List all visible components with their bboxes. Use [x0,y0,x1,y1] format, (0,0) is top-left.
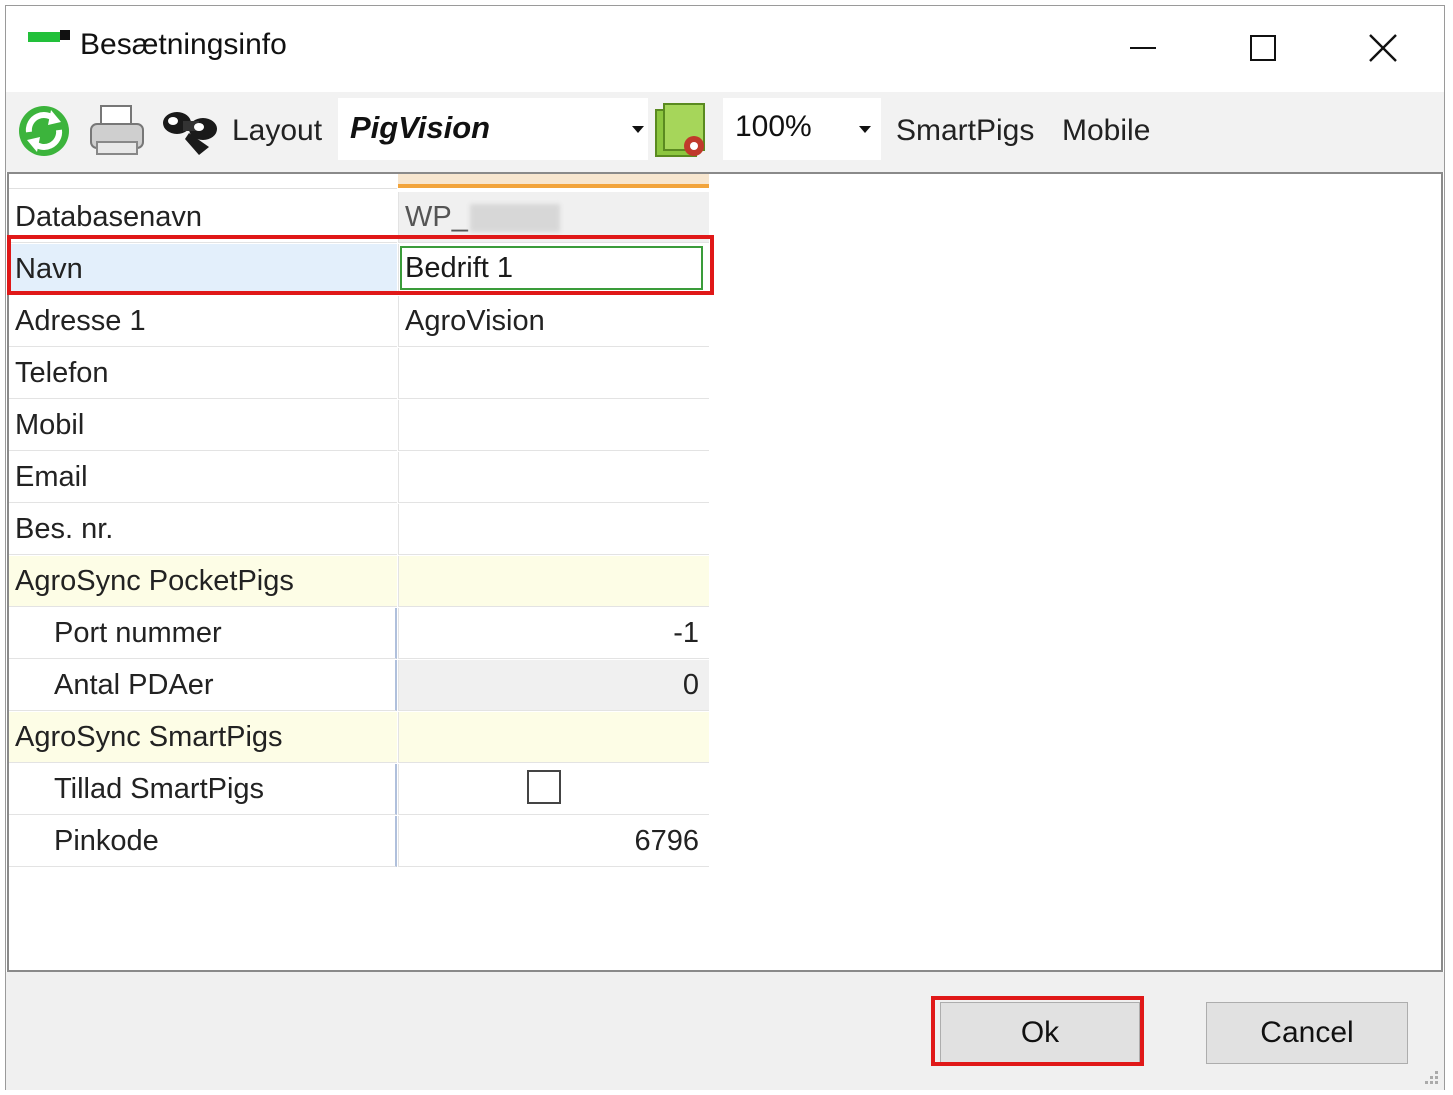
category-row-pocketpigs[interactable]: AgroSync PocketPigs [9,556,709,608]
property-row-port[interactable]: Port nummer -1 [9,608,709,660]
ok-button[interactable]: Ok [940,1002,1140,1064]
property-label: Pinkode [9,816,397,867]
refresh-button[interactable] [14,100,74,162]
property-label: Mobil [9,400,397,451]
email-value[interactable] [398,452,709,503]
binoculars-icon [163,112,217,155]
port-value[interactable]: -1 [398,608,709,659]
category-label: AgroSync PocketPigs [9,556,397,607]
title-bar: Besætningsinfo [6,6,1444,90]
property-grid: Databasenavn WP_ Navn Bedrift 1 Adresse … [7,172,1443,972]
telefon-value[interactable] [398,348,709,399]
property-row-adresse[interactable]: Adresse 1 AgroVision [9,296,709,348]
property-label: Tillad SmartPigs [9,764,397,815]
property-label: Port nummer [9,608,397,659]
maximize-icon [1250,35,1276,61]
print-button[interactable] [86,100,148,162]
mobile-button[interactable]: Mobile [1062,100,1150,162]
property-label: Navn [9,244,397,295]
refresh-icon [19,106,69,156]
close-button[interactable] [1348,20,1418,76]
category-row-smartpigs[interactable]: AgroSync SmartPigs [9,712,709,764]
settings-document-icon [655,103,705,157]
printer-icon [90,105,144,155]
find-button[interactable] [158,100,226,162]
property-label: Bes. nr. [9,504,397,555]
category-value-cell [398,712,709,763]
tillad-smartpigs-checkbox[interactable] [527,770,561,804]
property-row-telefon[interactable]: Telefon [9,348,709,400]
property-label: Email [9,452,397,503]
adresse-value[interactable]: AgroVision [398,296,709,347]
chevron-down-icon [632,126,644,133]
toolbar: Layout PigVision 100% SmartPigs Mobile [6,92,1444,172]
layout-label: Layout [232,114,323,147]
app-icon [28,30,70,44]
dialog-window: Besætningsinfo Layout PigVision 100% Sma… [5,5,1445,1090]
chevron-down-icon [859,126,871,133]
zoom-dropdown[interactable]: 100% [723,98,881,160]
property-row-pda[interactable]: Antal PDAer 0 [9,660,709,712]
grid-header [9,174,709,192]
property-label: Antal PDAer [9,660,397,711]
button-bar: Ok Cancel [6,972,1444,1090]
category-label: AgroSync SmartPigs [9,712,397,763]
category-value-cell [398,556,709,607]
property-value-cell [398,764,709,815]
property-label: Adresse 1 [9,296,397,347]
window-title: Besætningsinfo [80,28,287,61]
mobil-value[interactable] [398,400,709,451]
minimize-button[interactable] [1108,20,1178,76]
property-value-databasenavn: WP_ [398,192,709,243]
redacted-text [469,204,560,233]
cancel-button[interactable]: Cancel [1206,1002,1408,1064]
layout-value: PigVision [350,110,491,145]
besnr-value[interactable] [398,504,709,555]
property-row-besnr[interactable]: Bes. nr. [9,504,709,556]
pinkode-value[interactable]: 6796 [398,816,709,867]
property-row-navn[interactable]: Navn Bedrift 1 [9,244,709,296]
property-label: Telefon [9,348,397,399]
navn-input[interactable]: Bedrift 1 [400,246,703,290]
property-row-mobil[interactable]: Mobil [9,400,709,452]
property-row-databasenavn[interactable]: Databasenavn WP_ [9,192,709,244]
property-label: Databasenavn [9,192,397,243]
zoom-value: 100% [735,110,812,143]
minimize-icon [1130,47,1156,49]
layout-dropdown[interactable]: PigVision [338,98,648,160]
property-row-pinkode[interactable]: Pinkode 6796 [9,816,709,868]
property-row-tillad[interactable]: Tillad SmartPigs [9,764,709,816]
maximize-button[interactable] [1228,20,1298,76]
smartpigs-button[interactable]: SmartPigs [896,100,1034,162]
close-icon [1369,34,1397,62]
pda-value: 0 [398,660,709,711]
property-row-email[interactable]: Email [9,452,709,504]
resize-grip-icon[interactable] [1422,1068,1440,1086]
layout-settings-button[interactable] [652,98,714,164]
